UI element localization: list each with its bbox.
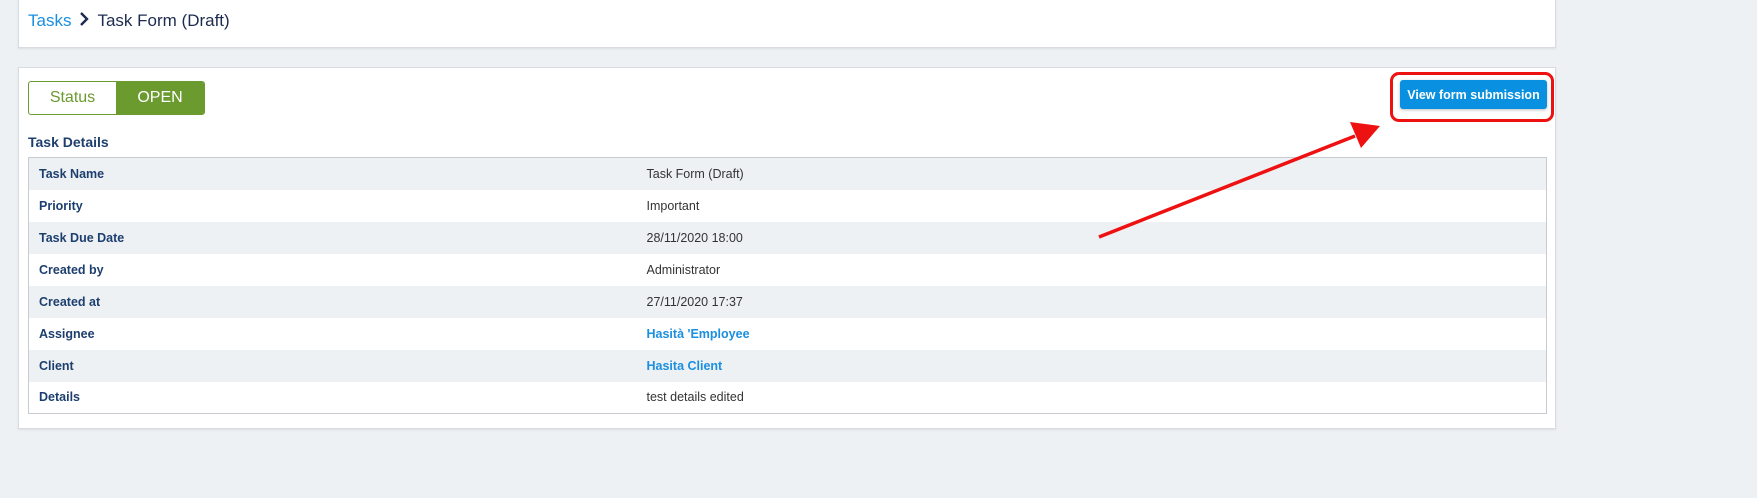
- status-badge: Status OPEN: [28, 81, 205, 115]
- detail-label: Details: [39, 390, 80, 405]
- breadcrumb: Tasks Task Form (Draft): [28, 11, 230, 31]
- table-row: Priority Important: [29, 190, 1547, 222]
- table-row: Created by Administrator: [29, 254, 1547, 286]
- header-card: Tasks Task Form (Draft): [18, 0, 1556, 48]
- detail-link[interactable]: Hasità 'Employee: [637, 318, 1547, 350]
- detail-value: 28/11/2020 18:00: [646, 230, 743, 245]
- detail-label: Task Name: [39, 166, 105, 181]
- view-form-submission-button[interactable]: View form submission: [1400, 80, 1547, 109]
- breadcrumb-tasks-link[interactable]: Tasks: [28, 11, 71, 31]
- breadcrumb-current: Task Form (Draft): [97, 11, 230, 30]
- details-table: Task Name Task Form (Draft) Priority Import…: [28, 157, 1547, 414]
- detail-value: test details edited: [646, 390, 744, 405]
- detail-label: Created by: [39, 262, 104, 277]
- section-title: Task Details: [28, 134, 109, 150]
- table-row: Assignee Hasità 'Employee: [29, 318, 1547, 350]
- detail-label: Client: [39, 358, 74, 373]
- chevron-right-icon: [79, 11, 90, 31]
- table-row: Task Due Date 28/11/2020 18:00: [28, 221, 1547, 254]
- detail-value: Administrator: [646, 262, 721, 277]
- detail-value: Task Form (Draft): [646, 166, 744, 181]
- status-label: Status: [49, 89, 96, 106]
- table-row: Created at 27/11/2020 17:37: [28, 285, 1547, 318]
- detail-value: Important: [646, 198, 700, 213]
- detail-label: Priority: [39, 198, 83, 213]
- detail-label: Assignee: [39, 326, 95, 341]
- detail-label: Task Due Date: [39, 230, 125, 245]
- task-details-card: Status OPEN View form submission Task De…: [18, 67, 1556, 429]
- table-row: Task Name Task Form (Draft): [28, 157, 1547, 190]
- table-row: Client Hasita Client: [28, 349, 1547, 382]
- detail-link[interactable]: Hasita Client: [637, 350, 1547, 382]
- detail-value: 27/11/2020 17:37: [646, 294, 743, 309]
- table-row: Details test details edited: [29, 382, 1547, 414]
- detail-label: Created at: [39, 294, 101, 309]
- status-value: OPEN: [116, 82, 204, 114]
